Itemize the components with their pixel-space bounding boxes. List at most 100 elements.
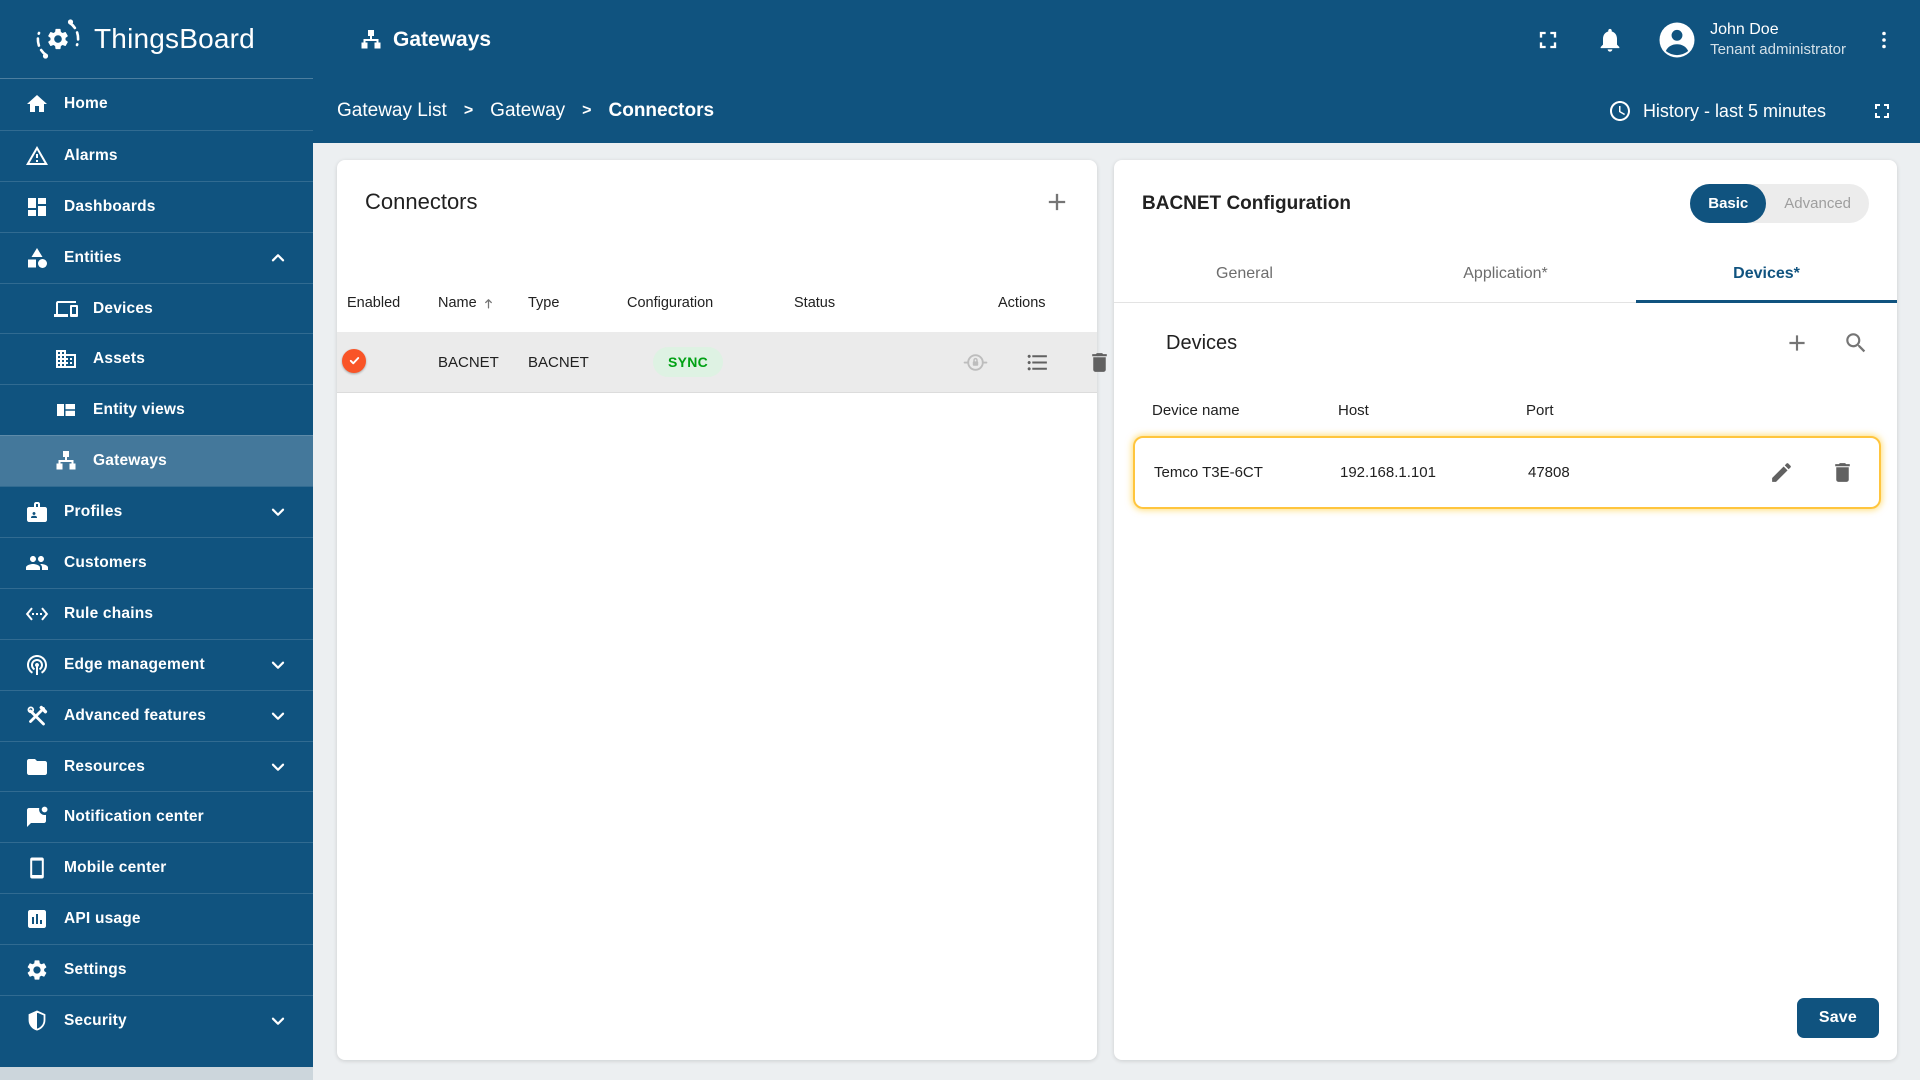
chart-icon <box>25 907 49 931</box>
avatar[interactable] <box>1656 19 1698 61</box>
sidebar-item-resources[interactable]: Resources <box>0 740 313 792</box>
device-row-highlighted[interactable]: Temco T3E-6CT 192.168.1.101 47808 <box>1133 436 1881 509</box>
tools-icon <box>25 704 49 728</box>
column-name[interactable]: Name <box>438 295 528 311</box>
folder-icon <box>25 755 49 779</box>
column-device-name: Device name <box>1152 401 1240 419</box>
connector-configuration-cell: SYNC <box>627 347 794 377</box>
history-label: History - last 5 minutes <box>1642 100 1826 121</box>
device-name-cell: Temco T3E-6CT <box>1154 464 1263 481</box>
sidebar-item-profiles[interactable]: Profiles <box>0 486 313 537</box>
antenna-icon <box>25 653 49 677</box>
dashboard-fullscreen-icon[interactable] <box>1870 99 1894 123</box>
thingsboard-logo-icon <box>34 15 82 63</box>
sort-asc-icon <box>481 296 496 311</box>
connector-row-bacnet[interactable]: BACNET BACNET SYNC <box>337 332 1107 393</box>
chevron-up-icon <box>267 247 289 269</box>
page-title: Gateways <box>393 27 492 51</box>
user-role: Tenant administrator <box>1710 41 1846 58</box>
bacnet-configuration-panel: BACNET Configuration Basic Advanced Gene… <box>1114 160 1897 1060</box>
more-vert-icon[interactable] <box>1872 27 1896 53</box>
lan-icon <box>54 449 78 473</box>
badge-icon <box>25 500 49 524</box>
column-port: Port <box>1526 401 1554 419</box>
logs-list-icon[interactable] <box>1025 350 1050 375</box>
main-content: Connectors Enabled Name Type Configurati… <box>313 143 1920 1080</box>
basic-advanced-toggle: Basic Advanced <box>1690 184 1869 223</box>
search-icon[interactable] <box>1843 330 1869 356</box>
sidebar-item-home[interactable]: Home <box>0 79 313 130</box>
sidebar-item-settings[interactable]: Settings <box>0 944 313 995</box>
connectors-table-header: Enabled Name Type Configuration Status A… <box>337 274 1097 332</box>
sidebar-item-gateways[interactable]: Gateways <box>0 435 313 487</box>
sidebar-item-mobile-center[interactable]: Mobile center <box>0 842 313 893</box>
breadcrumb-gateway-list[interactable]: Gateway List <box>337 100 447 122</box>
column-status: Status <box>794 295 836 311</box>
sidebar-item-devices[interactable]: Devices <box>0 282 313 334</box>
device-port-cell: 47808 <box>1528 464 1570 481</box>
delete-connector-icon[interactable] <box>1087 350 1112 375</box>
history-range-button[interactable]: History - last 5 minutes <box>1608 99 1826 123</box>
column-host: Host <box>1338 401 1369 419</box>
device-actions-cell <box>1769 460 1855 485</box>
user-menu[interactable]: John Doe Tenant administrator <box>1710 21 1846 58</box>
config-title: BACNET Configuration <box>1142 192 1351 214</box>
fullscreen-icon[interactable] <box>1534 26 1562 54</box>
tab-application[interactable]: Application* <box>1375 249 1636 303</box>
notifications-bell-icon[interactable] <box>1596 26 1624 54</box>
sidebar: ThingsBoard Home Alarms Dashboards Entit… <box>0 0 313 1067</box>
code-icon <box>25 602 49 626</box>
view-quilt-icon <box>54 398 78 422</box>
mode-advanced[interactable]: Advanced <box>1766 184 1869 223</box>
devices-section-title: Devices <box>1166 331 1238 354</box>
sidebar-item-alarms[interactable]: Alarms <box>0 129 313 181</box>
building-icon <box>54 347 78 371</box>
add-device-icon[interactable] <box>1784 330 1810 356</box>
sidebar-item-notification-center[interactable]: Notification center <box>0 791 313 842</box>
edit-device-icon[interactable] <box>1769 460 1794 485</box>
page-title-block: Gateways <box>359 28 491 52</box>
shield-icon <box>25 1009 49 1033</box>
save-button[interactable]: Save <box>1796 998 1879 1038</box>
connectors-title: Connectors <box>365 189 478 214</box>
sidebar-item-customers[interactable]: Customers <box>0 537 313 588</box>
breadcrumb-separator: > <box>463 102 474 119</box>
chevron-down-icon <box>267 705 289 727</box>
top-header: Gateways John Doe Tenant administrator <box>313 0 1920 79</box>
sidebar-item-entities[interactable]: Entities <box>0 231 313 283</box>
sidebar-item-advanced-features[interactable]: Advanced features <box>0 689 313 741</box>
sidebar-item-assets[interactable]: Assets <box>0 333 313 384</box>
app-logo[interactable]: ThingsBoard <box>0 0 313 79</box>
sync-chip: SYNC <box>653 347 724 377</box>
mode-basic[interactable]: Basic <box>1690 184 1767 223</box>
connector-type-cell: BACNET <box>528 353 589 371</box>
chevron-down-icon <box>267 1010 289 1032</box>
devices-table-header: Device name Host Port <box>1114 390 1897 430</box>
breadcrumb-connectors: Connectors <box>608 100 715 121</box>
app-name: ThingsBoard <box>94 23 255 54</box>
warning-icon <box>25 144 49 168</box>
user-name: John Doe <box>1710 21 1779 38</box>
tab-devices[interactable]: Devices* <box>1636 249 1897 303</box>
sidebar-item-dashboards[interactable]: Dashboards <box>0 180 313 232</box>
sidebar-item-api-usage[interactable]: API usage <box>0 893 313 944</box>
sidebar-item-security[interactable]: Security <box>0 995 313 1046</box>
devices-icon <box>54 297 78 321</box>
column-actions: Actions <box>998 295 1046 311</box>
column-enabled: Enabled <box>347 295 401 311</box>
connector-status-cell <box>794 353 963 371</box>
chevron-down-icon <box>267 756 289 778</box>
delete-device-icon[interactable] <box>1830 460 1855 485</box>
chevron-down-icon <box>267 654 289 676</box>
breadcrumb-bar: Gateway List > Gateway > Connectors Hist… <box>313 79 1920 143</box>
toggle-check-icon <box>342 348 366 373</box>
sidebar-item-rule-chains[interactable]: Rule chains <box>0 587 313 639</box>
add-connector-icon[interactable] <box>1043 188 1071 216</box>
sidebar-item-entity-views[interactable]: Entity views <box>0 384 313 435</box>
breadcrumb-gateway[interactable]: Gateway <box>490 100 565 122</box>
sidebar-item-edge-management[interactable]: Edge management <box>0 638 313 690</box>
connectors-panel: Connectors Enabled Name Type Configurati… <box>337 160 1107 1060</box>
column-configuration: Configuration <box>627 295 714 311</box>
tab-general[interactable]: General <box>1114 249 1375 303</box>
connector-enabled-cell <box>342 348 438 373</box>
